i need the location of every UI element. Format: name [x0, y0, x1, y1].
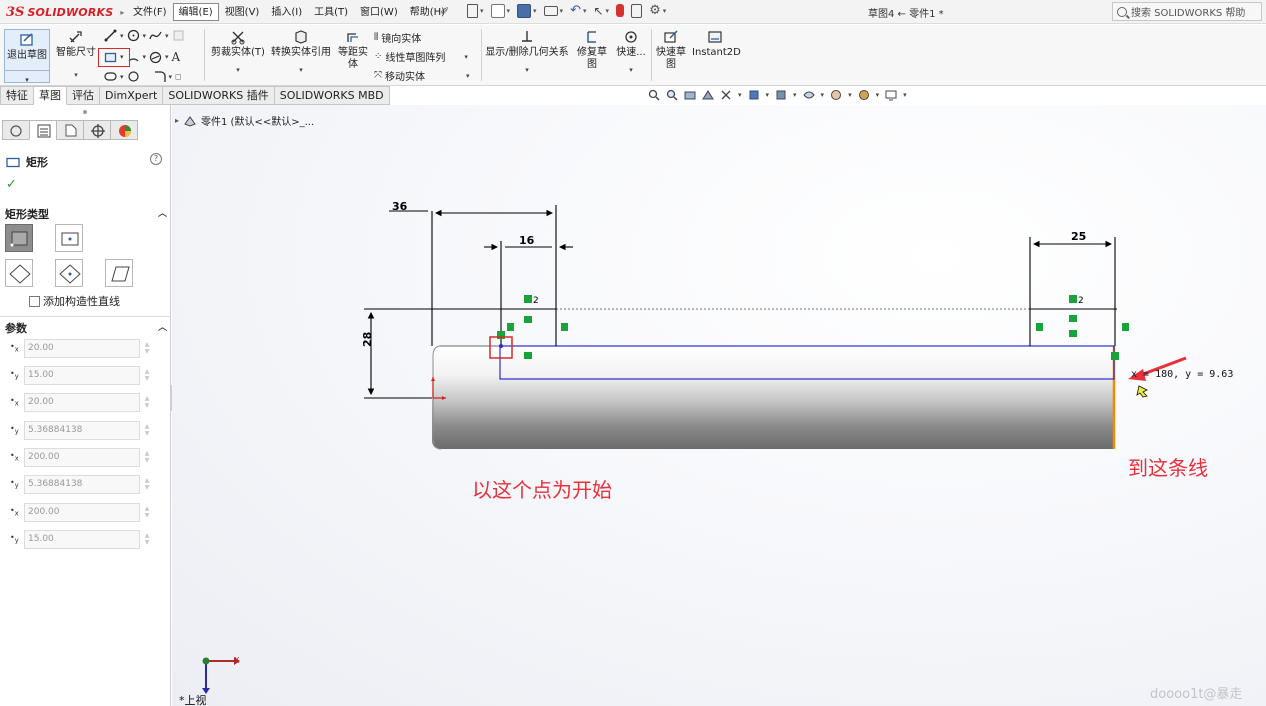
triad-x-label: X [234, 656, 240, 665]
annotation-start-note: 以这个点为开始 [472, 478, 612, 502]
coincident-relation-icon[interactable] [497, 331, 505, 339]
vertical-relation-icon[interactable] [561, 323, 568, 331]
dimension-28[interactable]: 28 [361, 332, 374, 347]
dimension-16[interactable]: 16 [519, 234, 535, 247]
relation-count-a: 2 [533, 296, 539, 306]
vertical-relation-icon[interactable] [1122, 323, 1129, 331]
coincident-relation-icon[interactable] [1069, 295, 1077, 303]
cursor-coordinate-readout: x = 180, y = 9.63 [1131, 369, 1234, 380]
horizontal-relation-icon[interactable] [1069, 330, 1077, 337]
horizontal-relation-icon[interactable] [524, 352, 532, 359]
triad-origin-icon [202, 657, 210, 665]
horizontal-relation-icon[interactable] [524, 316, 532, 323]
cursor-icon [1136, 385, 1148, 398]
relation-count-b: 2 [1078, 296, 1084, 306]
vertical-relation-icon[interactable] [507, 323, 514, 331]
coincident-relation-icon[interactable] [524, 295, 532, 303]
coincident-relation-icon[interactable] [1111, 352, 1119, 360]
shaft-body [432, 346, 1114, 449]
vertical-relation-icon[interactable] [1036, 323, 1043, 331]
horizontal-relation-icon[interactable] [1069, 315, 1077, 322]
view-orientation-label: *上视 [179, 694, 207, 706]
sketch-point[interactable] [499, 344, 503, 348]
dimension-36[interactable]: 36 [392, 200, 408, 213]
sketch-drawing: 36 16 25 28 2 2 X [202, 200, 1187, 694]
dimension-25[interactable]: 25 [1071, 230, 1086, 243]
watermark-text: doooo1t@暴走 [1150, 687, 1243, 702]
annotation-end-note: 到这条线 [1128, 456, 1208, 480]
